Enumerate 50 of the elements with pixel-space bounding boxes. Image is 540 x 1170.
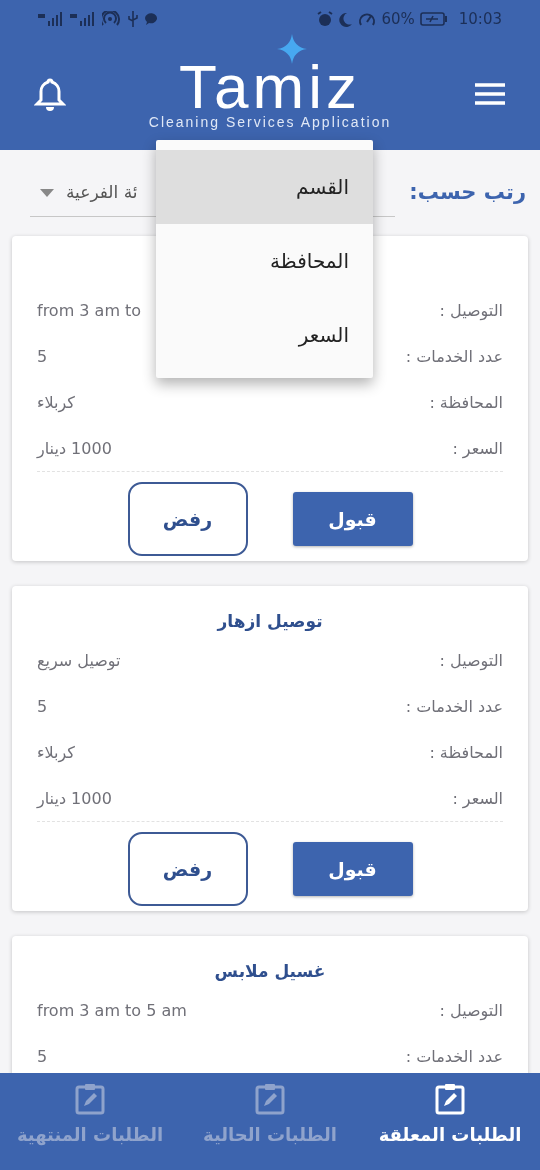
- field-value: 1000 دينار: [37, 437, 112, 460]
- speedometer-icon: [358, 11, 377, 27]
- menu-icon[interactable]: [474, 83, 506, 105]
- field-value: 5: [37, 696, 48, 718]
- accept-button[interactable]: قبول: [292, 492, 413, 546]
- field-value: كربلاء: [37, 742, 75, 765]
- clipboard-pencil-icon: [75, 1083, 105, 1115]
- battery-icon: [419, 12, 448, 26]
- menu-item[interactable]: السعر: [156, 298, 373, 372]
- sort-label: رتب حسب:: [409, 179, 526, 207]
- alarm-icon: [317, 11, 334, 27]
- menu-item[interactable]: المحافظة: [156, 224, 373, 298]
- field-label: التوصيل :: [439, 300, 503, 323]
- order-title: توصيل ازهار: [217, 609, 323, 633]
- field-label: السعر :: [452, 787, 503, 811]
- dropdown-arrow-icon: [40, 188, 54, 197]
- app-logo: Tamiz: [179, 63, 361, 110]
- hotspot-icon: [102, 11, 122, 27]
- field-label: التوصيل :: [439, 1000, 503, 1023]
- battery-percentage: 60%: [381, 8, 415, 30]
- moon-icon: [338, 11, 354, 27]
- accept-button[interactable]: قبول: [292, 842, 413, 896]
- field-value: 5: [37, 1046, 48, 1068]
- menu-item[interactable]: القسم: [156, 150, 373, 224]
- reject-button[interactable]: رفض: [127, 482, 248, 556]
- notification-bell-icon[interactable]: [34, 77, 66, 111]
- field-label: التوصيل :: [439, 650, 503, 673]
- field-value: from 3 am to: [37, 300, 142, 322]
- signal-icon: [38, 12, 64, 26]
- field-label: المحافظة :: [429, 742, 503, 764]
- usb-icon: [128, 11, 138, 27]
- field-label: المحافظة :: [429, 392, 503, 414]
- field-value: توصيل سريع: [37, 650, 121, 673]
- field-value: 5: [37, 346, 48, 368]
- signal-icon: [70, 12, 96, 26]
- chat-icon: [144, 12, 158, 26]
- order-title: غسيل ملابس: [214, 959, 326, 983]
- field-value: 1000 دينار: [37, 787, 112, 810]
- nav-tab[interactable]: الطلبات المعلقة: [360, 1073, 540, 1170]
- field-label: عدد الخدمات :: [405, 696, 503, 718]
- field-value: from 3 am to 5 am: [37, 1000, 187, 1022]
- app-tagline: Cleaning Services Application: [148, 112, 392, 132]
- reject-button[interactable]: رفض: [127, 832, 248, 906]
- field-label: عدد الخدمات :: [405, 1046, 503, 1068]
- clock-time: 10:03: [458, 8, 502, 30]
- field-value: كربلاء: [37, 392, 75, 415]
- clipboard-pencil-icon: [255, 1083, 285, 1115]
- clipboard-pencil-icon: [435, 1083, 465, 1115]
- field-label: عدد الخدمات :: [405, 346, 503, 368]
- field-label: السعر :: [452, 437, 503, 461]
